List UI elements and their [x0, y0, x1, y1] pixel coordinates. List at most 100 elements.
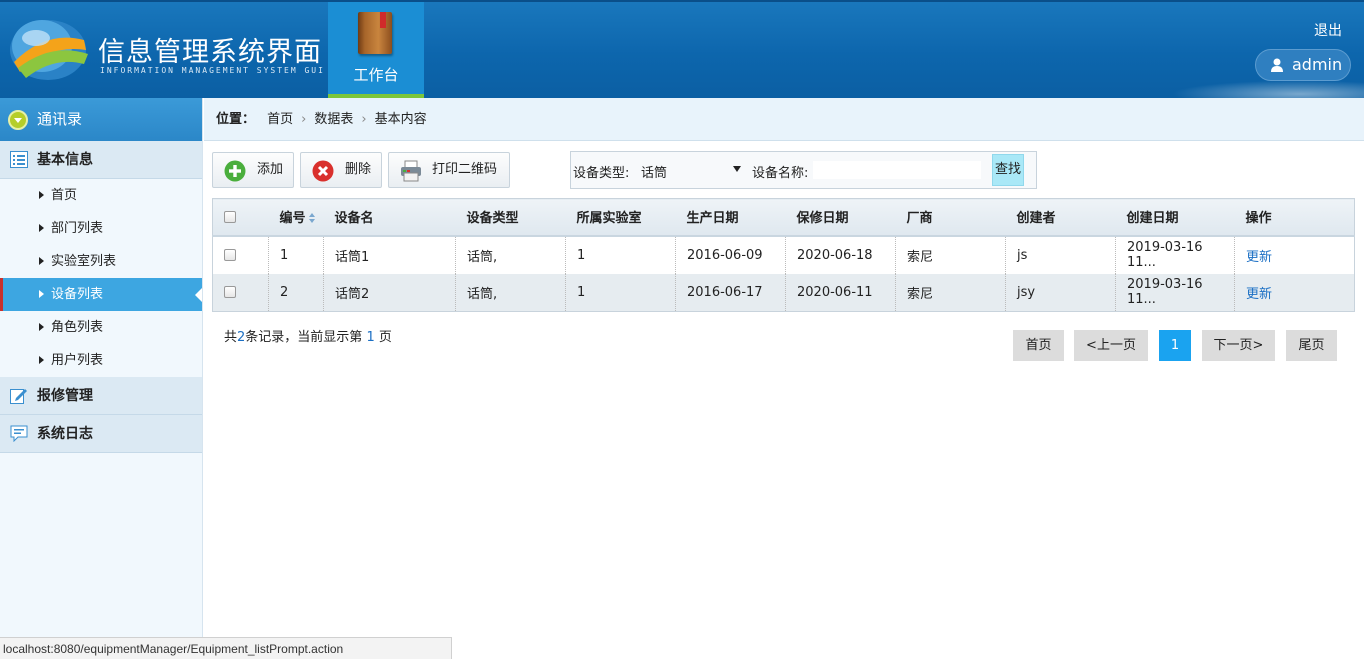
dropdown-arrow-icon — [733, 166, 741, 172]
search-bar: 设备类型: 话筒 设备名称: 查找 — [570, 151, 1037, 189]
print-qrcode-label: 打印二维码 — [432, 162, 498, 177]
select-all-cell — [212, 198, 269, 237]
last-page-button[interactable]: 尾页 — [1286, 330, 1337, 361]
table-header-row: 编号 设备名 设备类型 所属实验室 生产日期 保修日期 厂商 创建者 创建日期 … — [212, 198, 1355, 237]
column-header-creator: 创建者 — [1005, 198, 1116, 237]
cell-created: 2019-03-16 11... — [1115, 273, 1235, 312]
column-header-action: 操作 — [1234, 198, 1355, 237]
chevron-right-icon: › — [361, 112, 367, 127]
cell-warranty: 2020-06-11 — [785, 273, 896, 312]
equipment-table: 编号 设备名 设备类型 所属实验室 生产日期 保修日期 厂商 创建者 创建日期 … — [212, 198, 1355, 312]
breadcrumb-item-datatable[interactable]: 数据表 — [314, 112, 353, 127]
breadcrumb-prefix: 位置： — [216, 112, 256, 127]
summary-text: 页 — [374, 330, 392, 345]
column-header-id[interactable]: 编号 — [268, 198, 324, 237]
table-row: 1 话筒1 话筒, 1 2016-06-09 2020-06-18 索尼 js … — [212, 235, 1355, 274]
book-icon — [358, 12, 392, 54]
first-page-button[interactable]: 首页 — [1013, 330, 1064, 361]
workbench-label: 工作台 — [353, 66, 399, 84]
cell-action: 更新 — [1235, 236, 1355, 274]
cell-vendor: 索尼 — [895, 235, 1006, 274]
column-header-name: 设备名 — [323, 198, 456, 237]
device-name-input[interactable] — [813, 161, 981, 179]
cell-id: 1 — [268, 235, 324, 274]
breadcrumb-item-home[interactable]: 首页 — [267, 112, 293, 127]
row-select-cell — [212, 273, 269, 312]
sidebar-item-equipment[interactable]: 设备列表 — [0, 278, 202, 311]
device-type-select[interactable]: 话筒 — [641, 162, 741, 181]
delete-button[interactable]: 删除 — [300, 152, 382, 188]
column-header-type: 设备类型 — [455, 198, 566, 237]
cell-lab: 1 — [565, 235, 676, 274]
search-button[interactable]: 查找 — [992, 154, 1024, 186]
cell-type: 话筒, — [455, 235, 566, 274]
column-header-lab: 所属实验室 — [565, 198, 676, 237]
chevron-right-icon: › — [301, 112, 307, 127]
sidebar-group-basic-info[interactable]: 基本信息 — [0, 141, 202, 179]
sidebar-group-label: 报修管理 — [37, 388, 93, 404]
cell-action: 更新 — [1234, 273, 1355, 312]
cell-vendor: 索尼 — [895, 273, 1006, 312]
sidebar-item-labs[interactable]: 实验室列表 — [0, 245, 202, 278]
column-header-produced: 生产日期 — [675, 198, 786, 237]
cell-produced: 2016-06-09 — [675, 235, 786, 274]
cell-created: 2019-03-16 11... — [1115, 235, 1235, 274]
sidebar-item-departments[interactable]: 部门列表 — [0, 212, 202, 245]
summary-text: 条记录，当前显示第 — [245, 330, 367, 345]
workbench-tab[interactable]: 工作台 — [328, 2, 424, 98]
cell-name: 话筒2 — [323, 273, 456, 312]
device-name-label: 设备名称: — [752, 166, 809, 181]
edit-icon — [10, 389, 27, 404]
device-type-value: 话筒 — [641, 166, 668, 181]
printer-icon — [401, 160, 421, 182]
sidebar-header[interactable]: 通讯录 — [0, 98, 202, 141]
current-page: 1 — [366, 330, 375, 345]
row-select-cell — [212, 235, 269, 274]
next-page-button[interactable]: 下一页> — [1202, 330, 1275, 361]
column-header-warranty: 保修日期 — [785, 198, 896, 237]
sidebar-group-repair[interactable]: 报修管理 — [0, 377, 202, 415]
header-swoosh — [1150, 78, 1364, 98]
breadcrumb-item-content: 基本内容 — [374, 112, 427, 127]
cell-type: 话筒, — [455, 273, 566, 312]
user-badge[interactable]: admin — [1255, 49, 1351, 81]
cell-name: 话筒1 — [323, 235, 456, 274]
brand-subtitle: INFORMATION MANAGEMENT SYSTEM GUI — [100, 66, 325, 75]
list-icon — [10, 151, 28, 168]
prev-page-button[interactable]: <上一页 — [1074, 330, 1148, 361]
sidebar-group-label: 基本信息 — [37, 152, 93, 168]
sidebar-item-roles[interactable]: 角色列表 — [0, 311, 202, 344]
sidebar-item-home[interactable]: 首页 — [0, 179, 202, 212]
chevron-down-icon — [8, 110, 28, 130]
cell-warranty: 2020-06-18 — [785, 235, 896, 274]
comment-icon — [10, 425, 28, 442]
record-summary: 共2条记录，当前显示第 1 页 — [224, 326, 392, 345]
add-button[interactable]: 添加 — [212, 152, 294, 188]
sort-icon[interactable] — [308, 213, 316, 224]
table-row: 2 话筒2 话筒, 1 2016-06-17 2020-06-11 索尼 jsy… — [212, 273, 1355, 312]
cell-creator: js — [1005, 235, 1116, 274]
logout-link[interactable]: 退出 — [1314, 20, 1342, 40]
device-type-label: 设备类型: — [573, 166, 630, 181]
print-qrcode-button[interactable]: 打印二维码 — [388, 152, 510, 188]
cell-lab: 1 — [565, 273, 676, 312]
globe-logo-icon — [10, 20, 88, 80]
cell-id: 2 — [268, 273, 324, 312]
update-link[interactable]: 更新 — [1246, 287, 1272, 302]
plus-circle-icon — [224, 160, 246, 182]
summary-text: 共 — [224, 330, 238, 345]
page-1-button[interactable]: 1 — [1159, 330, 1191, 361]
select-all-checkbox[interactable] — [224, 210, 236, 223]
row-checkbox[interactable] — [224, 249, 236, 261]
close-circle-icon — [312, 160, 334, 182]
username: admin — [1292, 55, 1343, 74]
update-link[interactable]: 更新 — [1246, 250, 1272, 265]
sidebar-group-label: 系统日志 — [37, 426, 93, 442]
sidebar-group-logs[interactable]: 系统日志 — [0, 415, 202, 453]
column-header-created: 创建日期 — [1115, 198, 1235, 237]
sidebar-item-users[interactable]: 用户列表 — [0, 344, 202, 377]
app-header: 信息管理系统界面 INFORMATION MANAGEMENT SYSTEM G… — [0, 0, 1364, 98]
browser-status-bar: localhost:8080/equipmentManager/Equipmen… — [0, 637, 452, 659]
row-checkbox[interactable] — [224, 286, 236, 299]
breadcrumb: 位置： 首页 › 数据表 › 基本内容 — [204, 98, 1364, 141]
